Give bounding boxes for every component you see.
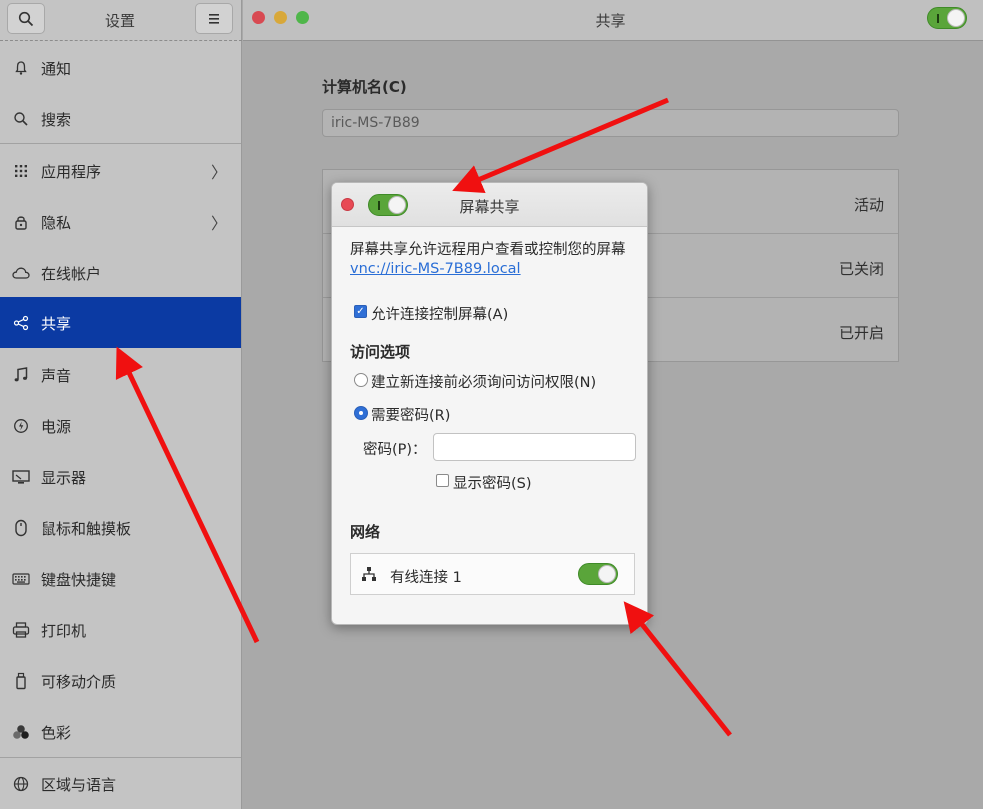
toggle-on-mark — [937, 14, 939, 23]
sidebar: 设置 通知 搜索 应用程序 〉 隐私 〉 在线帐户 共享 声音 电源 显示器 鼠… — [0, 0, 242, 809]
status-label: 已关闭 — [838, 260, 884, 278]
sidebar-item-keyboard-shortcuts[interactable]: 键盘快捷键 — [0, 553, 241, 604]
sidebar-item-label: 色彩 — [41, 724, 72, 742]
menu-button[interactable] — [195, 3, 233, 34]
chevron-right-icon: 〉 — [211, 214, 228, 233]
keyboard-icon — [12, 570, 30, 588]
status-label: 已开启 — [838, 324, 884, 342]
show-password-checkbox[interactable] — [436, 474, 449, 487]
sidebar-item-removable-media[interactable]: 可移动介质 — [0, 655, 241, 706]
sidebar-item-label: 区域与语言 — [41, 776, 117, 794]
color-icon — [12, 723, 30, 741]
dialog-description: 屏幕共享允许远程用户查看或控制您的屏幕 — [350, 242, 626, 258]
cloud-icon — [12, 264, 30, 282]
globe-icon — [12, 775, 30, 793]
require-password-label: 需要密码(R) — [371, 408, 451, 424]
chevron-right-icon: 〉 — [211, 163, 228, 182]
sidebar-item-privacy[interactable]: 隐私 〉 — [0, 196, 241, 247]
computer-name-input[interactable]: iric-MS-7B89 — [322, 109, 899, 137]
search-icon — [18, 11, 34, 26]
toggle-knob — [388, 196, 406, 214]
sidebar-divider — [0, 143, 241, 144]
sidebar-item-display[interactable]: 显示器 — [0, 451, 241, 502]
hamburger-icon — [209, 13, 219, 24]
dialog-header: 屏幕共享 — [332, 183, 647, 227]
minimize-window-button[interactable] — [274, 11, 287, 24]
sidebar-item-region-language[interactable]: 区域与语言 — [0, 758, 241, 809]
sidebar-title: 设置 — [104, 12, 135, 30]
sidebar-item-label: 搜索 — [41, 111, 72, 129]
sidebar-item-label: 共享 — [41, 315, 72, 333]
network-toggle[interactable] — [578, 563, 618, 585]
music-note-icon — [12, 366, 30, 384]
toggle-knob — [947, 9, 965, 27]
share-icon — [12, 314, 30, 332]
lock-icon — [12, 213, 30, 231]
mouse-icon — [12, 519, 30, 537]
sidebar-item-sound[interactable]: 声音 — [0, 349, 241, 400]
password-input[interactable] — [433, 433, 636, 461]
apps-grid-icon — [12, 162, 30, 180]
search-button[interactable] — [7, 3, 45, 34]
printer-icon — [12, 621, 30, 639]
require-password-radio[interactable] — [354, 406, 368, 420]
ask-access-radio[interactable] — [354, 373, 368, 387]
show-password-label: 显示密码(S) — [453, 476, 532, 492]
sidebar-item-search[interactable]: 搜索 — [0, 93, 241, 144]
sidebar-item-color[interactable]: 色彩 — [0, 706, 241, 757]
sidebar-item-label: 通知 — [41, 60, 72, 78]
sidebar-item-label: 显示器 — [41, 469, 87, 487]
allow-control-checkbox[interactable]: ✓ — [354, 305, 367, 318]
sidebar-item-label: 可移动介质 — [41, 673, 117, 691]
sidebar-item-label: 应用程序 — [41, 163, 102, 181]
dialog-title: 屏幕共享 — [459, 198, 520, 216]
screen-sharing-dialog: 屏幕共享 屏幕共享允许远程用户查看或控制您的屏幕 vnc://iric-MS-7… — [331, 182, 648, 625]
network-wired-icon — [361, 566, 377, 586]
sidebar-item-label: 隐私 — [41, 214, 72, 232]
status-label: 活动 — [853, 196, 884, 214]
sidebar-item-label: 鼠标和触摸板 — [41, 520, 132, 538]
close-window-button[interactable] — [252, 11, 265, 24]
search-icon — [12, 110, 30, 128]
sidebar-item-applications[interactable]: 应用程序 〉 — [0, 145, 241, 196]
sidebar-item-label: 电源 — [41, 418, 72, 436]
network-item-label: 有线连接 1 — [390, 570, 462, 586]
removable-media-icon — [12, 672, 30, 690]
sidebar-item-label: 在线帐户 — [41, 265, 102, 283]
sidebar-item-printers[interactable]: 打印机 — [0, 604, 241, 655]
sidebar-item-label: 键盘快捷键 — [41, 571, 117, 589]
allow-control-label: 允许连接控制屏幕(A) — [371, 307, 509, 323]
sidebar-item-online-accounts[interactable]: 在线帐户 — [0, 247, 241, 298]
display-icon — [12, 468, 30, 486]
access-options-title: 访问选项 — [350, 343, 411, 361]
bell-icon — [12, 59, 30, 77]
sidebar-item-sharing[interactable]: 共享 — [0, 297, 241, 348]
screen-sharing-toggle[interactable] — [368, 194, 408, 216]
ask-access-label: 建立新连接前必须询问访问权限(N) — [371, 375, 597, 391]
sidebar-item-label: 声音 — [41, 367, 72, 385]
page-title: 共享 — [595, 12, 626, 30]
sidebar-header: 设置 — [0, 0, 242, 41]
sharing-master-toggle[interactable] — [927, 7, 967, 29]
sidebar-item-mouse-touchpad[interactable]: 鼠标和触摸板 — [0, 502, 241, 553]
power-icon — [12, 417, 30, 435]
network-list: 有线连接 1 — [350, 553, 635, 595]
sidebar-item-notifications[interactable]: 通知 — [0, 42, 241, 93]
sidebar-item-power[interactable]: 电源 — [0, 400, 241, 451]
maximize-window-button[interactable] — [296, 11, 309, 24]
network-title: 网络 — [350, 523, 381, 541]
sidebar-item-label: 打印机 — [41, 622, 87, 640]
toggle-on-mark — [378, 201, 380, 210]
vnc-address-link[interactable]: vnc://iric-MS-7B89.local — [350, 261, 521, 277]
toggle-knob — [598, 565, 616, 583]
password-label: 密码(P)： — [363, 442, 427, 458]
main-header: 共享 — [243, 0, 983, 41]
dialog-close-button[interactable] — [341, 198, 354, 211]
computer-name-label: 计算机名(C) — [322, 78, 407, 96]
